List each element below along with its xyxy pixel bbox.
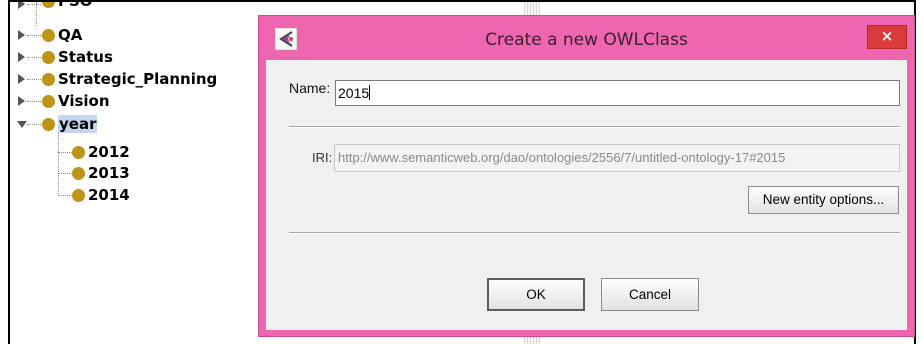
class-bullet-icon bbox=[42, 28, 55, 42]
expand-arrow-icon[interactable] bbox=[18, 96, 25, 106]
divider bbox=[289, 232, 900, 234]
class-bullet-icon bbox=[72, 145, 85, 159]
tree-guide-line bbox=[36, 2, 37, 26]
split-pane-divider-bottom[interactable] bbox=[524, 336, 540, 344]
class-bullet-icon bbox=[72, 188, 85, 202]
tree-item-2013[interactable]: 2013 bbox=[72, 163, 130, 183]
tree-item-label: 2012 bbox=[88, 143, 130, 161]
tree-guide-line bbox=[27, 124, 41, 125]
tree-guide-line bbox=[27, 101, 41, 102]
tree-item-status[interactable]: Status bbox=[42, 47, 113, 67]
class-bullet-icon bbox=[42, 117, 55, 131]
iri-field: http://www.semanticweb.org/dao/ontologie… bbox=[334, 144, 900, 172]
expand-arrow-icon[interactable] bbox=[18, 74, 25, 84]
dialog-titlebar[interactable]: Create a new OWLClass × bbox=[259, 16, 914, 60]
tree-guide-line bbox=[27, 79, 41, 80]
class-bullet-icon bbox=[72, 166, 85, 180]
class-bullet-icon bbox=[42, 94, 55, 108]
iri-label: IRI: bbox=[312, 150, 333, 165]
tree-item-label: PSO bbox=[58, 0, 93, 10]
tree-guide-line bbox=[58, 132, 59, 196]
text-caret bbox=[369, 85, 371, 100]
tree-item-label: Strategic_Planning bbox=[58, 70, 218, 88]
tree-item-label: QA bbox=[58, 26, 83, 44]
cancel-button[interactable]: Cancel bbox=[601, 278, 699, 311]
close-icon: × bbox=[880, 27, 894, 45]
name-field-value: 2015 bbox=[338, 85, 370, 101]
tree-item-2012[interactable]: 2012 bbox=[72, 142, 130, 162]
collapse-arrow-icon[interactable] bbox=[17, 121, 27, 128]
name-field[interactable]: 2015 bbox=[335, 80, 900, 106]
class-hierarchy-tree: PSO QA Status Strategic_Planning Vision bbox=[10, 2, 270, 344]
name-label: Name: bbox=[289, 80, 331, 96]
tree-item-label: Status bbox=[58, 48, 113, 66]
class-bullet-icon bbox=[42, 50, 55, 64]
tree-item-strategic-planning[interactable]: Strategic_Planning bbox=[42, 69, 217, 89]
class-bullet-icon bbox=[42, 2, 55, 8]
expand-arrow-icon[interactable] bbox=[18, 52, 25, 62]
close-button[interactable]: × bbox=[867, 25, 907, 49]
tree-item-2014[interactable]: 2014 bbox=[72, 185, 130, 205]
tree-guide-line bbox=[27, 57, 41, 58]
expand-arrow-icon[interactable] bbox=[18, 30, 25, 40]
new-entity-options-button[interactable]: New entity options... bbox=[748, 186, 899, 214]
tree-item-pso[interactable]: PSO bbox=[42, 0, 93, 11]
tree-item-qa[interactable]: QA bbox=[42, 25, 82, 45]
dialog-content: Name: 2015 IRI: http://www.semanticweb.o… bbox=[266, 60, 907, 330]
tree-item-label: year bbox=[58, 115, 98, 133]
create-owlclass-dialog: Create a new OWLClass × Name: 2015 IRI: … bbox=[258, 15, 915, 337]
dialog-title: Create a new OWLClass bbox=[485, 30, 688, 50]
tree-item-label: 2014 bbox=[88, 186, 130, 204]
ok-button[interactable]: OK bbox=[487, 278, 585, 311]
tree-item-vision[interactable]: Vision bbox=[42, 91, 110, 111]
tree-item-year[interactable]: year bbox=[42, 114, 98, 134]
tree-item-label: Vision bbox=[58, 92, 110, 110]
tree-item-label: 2013 bbox=[88, 164, 130, 182]
expand-arrow-icon[interactable] bbox=[18, 2, 25, 9]
class-bullet-icon bbox=[42, 72, 55, 86]
tree-guide-line bbox=[27, 4, 41, 5]
divider bbox=[289, 126, 900, 128]
tree-guide-line bbox=[27, 35, 41, 36]
